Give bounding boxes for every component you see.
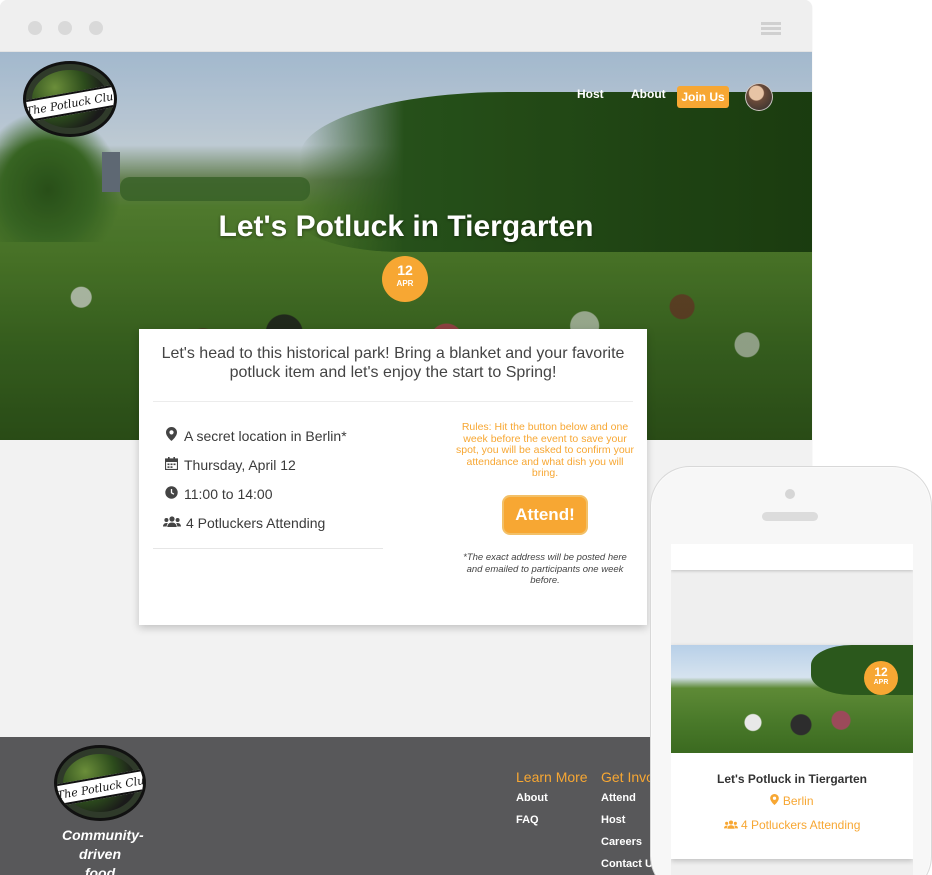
join-us-button[interactable]: Join Us [677,86,729,108]
calendar-icon [163,456,179,473]
users-icon [163,515,181,530]
browser-titlebar [0,0,812,52]
phone-previous-card [671,544,913,570]
event-title: Let's Potluck in Tiergarten [218,210,594,243]
users-icon [723,818,741,832]
phone-event-title: Let's Potluck in Tiergarten [717,772,867,786]
event-description: Let's head to this historical park! Brin… [161,345,625,381]
map-marker-icon [770,794,782,808]
detail-attendees-text: 4 Potluckers Attending [186,514,326,531]
window-dot-icon [58,21,72,35]
window-dot-icon [89,21,103,35]
footer-learn-more: Learn More About FAQ [516,769,588,836]
map-marker-icon [163,427,179,444]
phone-date-day: 12 [874,665,888,679]
potluck-club-logo[interactable]: The Potluck Club [23,61,117,137]
divider [153,548,383,549]
phone-speaker-icon [762,512,818,521]
window-dot-icon [28,21,42,35]
detail-date-text: Thursday, April 12 [184,456,296,473]
detail-time: 11:00 to 14:00 [163,479,393,508]
phone-date-month: APR [873,679,889,686]
event-card: Let's head to this historical park! Brin… [139,329,647,625]
address-note: *The exact address will be posted here a… [463,552,627,586]
phone-event-attendees: 4 Potluckers Attending [671,818,913,832]
phone-location-text: Berlin [782,794,814,808]
detail-time-text: 11:00 to 14:00 [184,485,273,502]
phone-event-location: Berlin [671,794,913,808]
phone-mockup: 12 APR Let's Potluck in Tiergarten Berli… [650,466,932,875]
phone-event-card[interactable]: 12 APR Let's Potluck in Tiergarten Berli… [671,645,913,859]
detail-location: A secret location in Berlin* [163,421,393,450]
footer-learn-more-heading: Learn More [516,769,588,785]
date-badge-month: APR [396,279,414,288]
footer-tagline: Community-driven food events [62,827,144,875]
date-badge: 12 APR [382,256,428,302]
nav-host-link[interactable]: Host [577,87,604,101]
footer-link-about[interactable]: About [516,792,588,804]
phone-date-badge: 12 APR [864,661,898,695]
phone-screen: 12 APR Let's Potluck in Tiergarten Berli… [671,544,913,875]
event-details: A secret location in Berlin* Thursday, A… [163,421,393,537]
phone-attending-text: 4 Potluckers Attending [740,818,861,832]
footer-link-faq[interactable]: FAQ [516,814,588,826]
nav-about-link[interactable]: About [631,87,666,101]
clock-icon [163,485,179,502]
detail-attendees: 4 Potluckers Attending [163,508,393,537]
detail-date: Thursday, April 12 [163,450,393,479]
attend-button[interactable]: Attend! [502,495,588,535]
phone-camera-icon [785,489,795,499]
divider [153,401,633,402]
detail-location-text: A secret location in Berlin* [184,427,347,444]
user-avatar[interactable] [745,83,773,111]
rules-text: Rules: Hit the button below and one week… [456,421,634,479]
hamburger-menu-icon[interactable] [761,22,781,36]
footer-logo[interactable]: The Potluck Club [54,745,146,821]
date-badge-day: 12 [397,262,413,278]
